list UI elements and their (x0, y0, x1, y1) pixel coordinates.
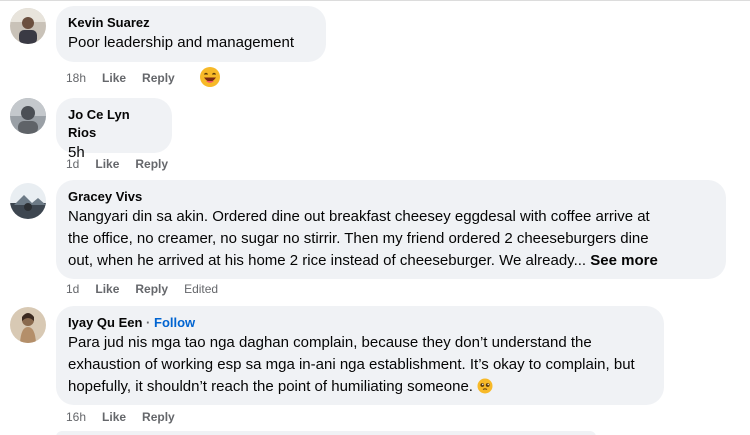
user-photo-icon (10, 98, 46, 134)
follow-button[interactable]: Follow (154, 315, 195, 330)
reply-button[interactable]: Reply (135, 157, 168, 171)
like-button[interactable]: Like (102, 71, 126, 85)
user-photo-icon (10, 183, 46, 219)
comment-text-line: Nangyari din sa akin. Ordered dine out b… (68, 208, 650, 225)
reaction-badge[interactable] (199, 66, 221, 88)
like-button[interactable]: Like (102, 410, 126, 424)
comment-time[interactable]: 1d (66, 282, 79, 296)
comment-text-line: exhaustion of working esp sa mga in-ani … (68, 356, 635, 373)
comment-bubble: Iyay Qu Een · Follow Para jud nis mga ta… (56, 306, 664, 405)
comment-text-fragment: out, when he arrived at his home 2 rice … (68, 252, 587, 269)
avatar[interactable] (10, 183, 46, 219)
like-button[interactable]: Like (95, 282, 119, 296)
avatar[interactable] (10, 8, 46, 44)
pleading-face-emoji-icon (477, 378, 493, 394)
comment-time[interactable]: 1d (66, 157, 79, 171)
comment-actions: 1d Like Reply Edited (66, 281, 218, 297)
edited-label: Edited (184, 282, 219, 296)
top-divider (0, 0, 750, 1)
comment-bubble: Gracey Vivs Nangyari din sa akin. Ordere… (56, 180, 726, 279)
avatar[interactable] (10, 307, 46, 343)
comment-actions: 1d Like Reply (66, 156, 168, 172)
emoji-container (477, 378, 493, 401)
comment-text-fragment: hopefully, it shouldn’t reach the point … (68, 378, 473, 395)
user-photo-icon (10, 8, 46, 44)
like-button[interactable]: Like (95, 157, 119, 171)
comment-author[interactable]: Jo Ce Lyn Rios (68, 106, 160, 142)
comment-author[interactable]: Iyay Qu Een (68, 315, 142, 330)
comment-actions: 16h Like Reply (66, 409, 175, 425)
comment-author-row: Iyay Qu Een · Follow (68, 314, 652, 332)
user-photo-icon (10, 307, 46, 343)
comment-time[interactable]: 18h (66, 71, 86, 85)
comment-bubble: Jo Ce Lyn Rios 5h (56, 98, 172, 161)
comment-text-line: out, when he arrived at his home 2 rice … (68, 250, 714, 272)
comment-text-line: hopefully, it shouldn’t reach the point … (68, 376, 652, 401)
comment-actions: 18h Like Reply (66, 70, 175, 86)
comment-time[interactable]: 16h (66, 410, 86, 424)
reply-button[interactable]: Reply (142, 410, 175, 424)
comment-text: Poor leadership and management (68, 34, 294, 51)
comment-author[interactable]: Gracey Vivs (68, 188, 714, 206)
avatar[interactable] (10, 98, 46, 134)
comment-bubble: Kevin Suarez Poor leadership and managem… (56, 6, 326, 62)
reply-button[interactable]: Reply (135, 282, 168, 296)
comment-author[interactable]: Kevin Suarez (68, 14, 314, 32)
see-more-link[interactable]: See more (590, 252, 658, 269)
comment-text-line: Para jud nis mga tao nga daghan complain… (68, 334, 592, 351)
next-comment-bubble-partial (56, 431, 596, 435)
comment-text-line: the office, no creamer, no sugar no stir… (68, 230, 649, 247)
separator-dot: · (146, 315, 151, 330)
laughing-emoji-icon (200, 67, 220, 87)
reply-button[interactable]: Reply (142, 71, 175, 85)
